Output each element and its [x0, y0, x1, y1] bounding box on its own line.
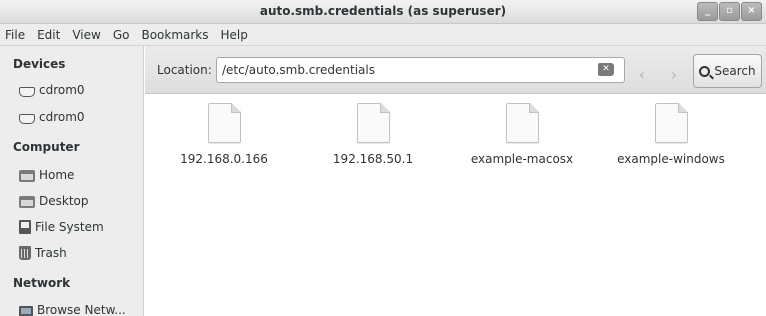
home-folder-icon	[19, 169, 35, 182]
sidebar-item-label: cdrom0	[39, 110, 85, 124]
sidebar-item-label: Browse Netw...	[37, 303, 126, 316]
search-icon	[699, 65, 711, 77]
menu-help[interactable]: Help	[215, 28, 254, 42]
file-name: example-macosx	[470, 152, 574, 166]
file-name: 192.168.0.166	[180, 152, 268, 166]
file-item[interactable]: 192.168.50.1	[298, 103, 448, 166]
file-view: 192.168.0.166 192.168.50.1 example-macos…	[145, 95, 766, 316]
location-toolbar: Location: ✕ ‹ › Search	[145, 46, 766, 94]
trash-icon	[19, 246, 31, 260]
text-file-icon	[207, 103, 241, 143]
window-title: auto.smb.credentials (as superuser)	[259, 4, 507, 18]
sidebar-item-label: Trash	[35, 246, 67, 260]
drive-icon	[19, 86, 35, 97]
text-file-icon	[356, 103, 390, 143]
menu-go[interactable]: Go	[107, 28, 136, 42]
back-icon[interactable]: ‹	[631, 65, 653, 85]
file-system-icon	[19, 220, 31, 234]
sidebar-heading-computer: Computer	[13, 140, 80, 154]
search-button[interactable]: Search	[693, 54, 762, 88]
sidebar-item-file-system[interactable]: File System	[19, 220, 104, 234]
location-field: ✕ ‹ ›	[216, 57, 766, 85]
sidebar-item-home[interactable]: Home	[19, 168, 74, 182]
file-item[interactable]: 192.168.0.166	[149, 103, 299, 166]
sidebar-item-cdrom0-2[interactable]: cdrom0	[19, 110, 85, 124]
file-name: 192.168.50.1	[332, 152, 414, 166]
location-label: Location:	[157, 63, 212, 77]
sidebar-heading-devices: Devices	[13, 57, 66, 71]
sidebar-item-label: Desktop	[39, 194, 89, 208]
maximize-button[interactable]: ▫	[719, 2, 740, 21]
title-bar: auto.smb.credentials (as superuser) _ ▫ …	[0, 0, 766, 24]
network-icon	[19, 305, 33, 316]
sidebar-item-cdrom0[interactable]: cdrom0	[19, 83, 85, 97]
sidebar-item-label: cdrom0	[39, 83, 85, 97]
menu-bookmarks[interactable]: Bookmarks	[135, 28, 214, 42]
drive-icon	[19, 113, 35, 124]
sidebar-item-browse-network[interactable]: Browse Netw...	[19, 303, 126, 316]
menu-file[interactable]: File	[0, 28, 31, 42]
location-input[interactable]	[216, 57, 625, 83]
sidebar-item-label: Home	[39, 168, 75, 182]
file-item[interactable]: example-macosx	[447, 103, 597, 166]
text-file-icon	[654, 103, 688, 143]
sidebar-item-trash[interactable]: Trash	[19, 246, 67, 260]
forward-icon[interactable]: ›	[663, 65, 685, 85]
sidebar-heading-network: Network	[13, 276, 71, 290]
close-button[interactable]: ×	[741, 2, 762, 21]
menu-view[interactable]: View	[66, 28, 106, 42]
sidebar-item-desktop[interactable]: Desktop	[19, 194, 89, 208]
window-controls: _ ▫ ×	[697, 2, 762, 21]
menu-edit[interactable]: Edit	[31, 28, 66, 42]
clear-icon[interactable]: ✕	[598, 63, 614, 76]
desktop-folder-icon	[19, 195, 35, 208]
menu-bar: File Edit View Go Bookmarks Help	[0, 24, 766, 46]
search-button-label: Search	[714, 64, 756, 78]
sidebar: Devices cdrom0 cdrom0 Computer Home Desk…	[0, 46, 144, 316]
file-item[interactable]: example-windows	[596, 103, 746, 166]
text-file-icon	[505, 103, 539, 143]
file-name: example-windows	[617, 152, 725, 166]
minimize-button[interactable]: _	[697, 2, 718, 21]
sidebar-item-label: File System	[35, 220, 104, 234]
